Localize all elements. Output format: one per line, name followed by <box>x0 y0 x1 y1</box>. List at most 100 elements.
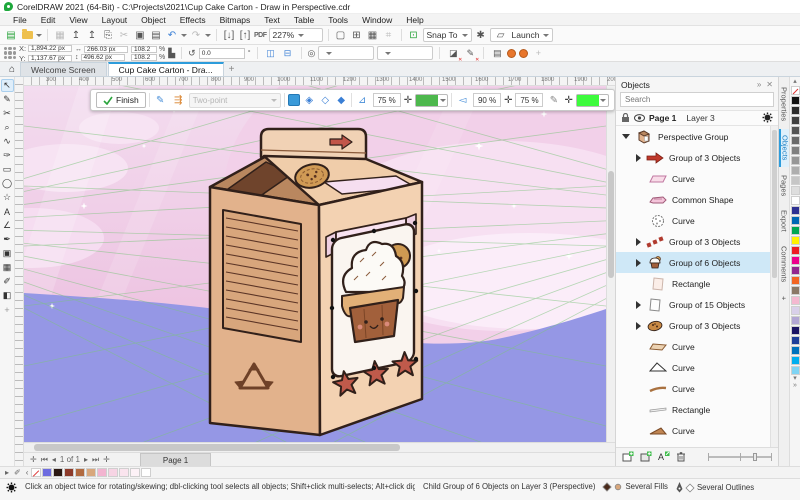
clear-perspective-icon[interactable]: ✎ <box>463 46 477 61</box>
tree-item-group-15[interactable]: Group of 15 Objects <box>616 294 778 315</box>
menu-effects[interactable]: Effects <box>173 15 213 25</box>
horizontal-ruler[interactable]: 3004005006007008009001000110012001300140… <box>24 77 615 86</box>
weld-icon[interactable] <box>507 49 516 58</box>
tree-item-curve-2[interactable]: Curve <box>616 210 778 231</box>
add-page-start-icon[interactable]: ✛ <box>30 455 37 464</box>
mirror-vertical-icon[interactable]: ⊟ <box>281 46 295 61</box>
clear-transform-icon[interactable]: ◪ <box>446 46 460 61</box>
page-tab[interactable]: Page 1 <box>140 453 211 466</box>
pick-tool[interactable]: ↖ <box>1 79 14 92</box>
print-icon[interactable]: ⎘ <box>101 28 115 43</box>
options-gear-icon[interactable]: ✱ <box>474 28 488 43</box>
show-rulers-icon[interactable]: ⊞ <box>350 28 364 43</box>
expander-icon[interactable] <box>622 134 630 139</box>
height-field[interactable]: 496.62 px <box>81 54 125 61</box>
tree-item-common-shape[interactable]: Common Shape <box>616 189 778 210</box>
snap-to-dropdown[interactable]: Snap To <box>423 28 472 42</box>
launch-dropdown[interactable]: ▱ Launch <box>490 28 554 42</box>
tree-item-rectangle-1[interactable]: Rectangle <box>616 273 778 294</box>
import-icon[interactable]: ↥ <box>69 28 83 43</box>
object-origin-grid-icon[interactable] <box>4 47 16 59</box>
menu-bitmaps[interactable]: Bitmaps <box>213 15 258 25</box>
color-swatch[interactable] <box>791 96 800 105</box>
color-swatch[interactable] <box>141 468 151 477</box>
add-control-icon[interactable]: + <box>531 46 545 61</box>
shape-tool[interactable]: ✎ <box>1 93 14 106</box>
x-position-field[interactable]: 1,894.22 px <box>28 45 72 52</box>
tree-item-curve-1[interactable]: Curve <box>616 168 778 189</box>
search-input[interactable] <box>621 95 773 104</box>
grid-opacity-field[interactable]: 75 % <box>373 93 401 107</box>
menu-table[interactable]: Table <box>287 15 321 25</box>
color-swatch[interactable] <box>791 346 800 355</box>
y-position-field[interactable]: 1,137.67 px <box>28 55 72 62</box>
add-page-end-icon[interactable]: ✛ <box>103 455 110 464</box>
color-swatch[interactable] <box>791 186 800 195</box>
freehand-tool[interactable]: ∿ <box>1 135 14 148</box>
zoom-tool[interactable]: ⌕ <box>1 121 14 134</box>
redo-icon[interactable]: ↷ <box>189 28 203 43</box>
objects-search[interactable] <box>620 92 774 106</box>
expander-icon[interactable] <box>636 259 641 267</box>
show-guidelines-icon[interactable]: ⌗ <box>382 28 396 43</box>
drop-shadow-tool[interactable]: ▣ <box>1 247 14 260</box>
new-master-layer-icon[interactable] <box>640 451 652 462</box>
color-swatch[interactable] <box>791 336 800 345</box>
palette-scroll-left-icon[interactable]: ‹ <box>24 468 31 477</box>
color-swatch[interactable] <box>791 316 800 325</box>
fullscreen-preview-icon[interactable]: ▢ <box>334 28 348 43</box>
drawing-canvas[interactable]: Finish ✎ ⇶ Two-point ◈ ◇ ◆ ⊿ <box>24 86 615 442</box>
line-color-icon[interactable]: ✎ <box>546 93 561 108</box>
vertical-scrollbar[interactable] <box>606 86 615 442</box>
color-swatch[interactable] <box>791 86 800 95</box>
expander-icon[interactable] <box>636 154 641 162</box>
tree-item-perspective-group[interactable]: Perspective Group <box>616 126 778 147</box>
open-dropdown-icon[interactable] <box>36 34 42 37</box>
cut-icon[interactable]: ✂ <box>117 28 131 43</box>
tree-item-curve-4[interactable]: Curve <box>616 357 778 378</box>
thumbnail-size-slider[interactable] <box>708 453 772 461</box>
scale-h-field[interactable]: 108.2 <box>131 46 157 53</box>
export-icon[interactable]: ↥ <box>85 28 99 43</box>
next-page-icon[interactable]: ▸ <box>84 455 88 464</box>
new-document-icon[interactable]: ▤ <box>4 28 18 43</box>
docker-collapse-icon[interactable]: » <box>757 80 761 89</box>
color-swatch[interactable] <box>108 468 118 477</box>
stepper-icon[interactable]: ✛ <box>404 95 412 106</box>
grid-color-swatch[interactable] <box>415 94 448 107</box>
menu-window[interactable]: Window <box>355 15 399 25</box>
color-swatch[interactable] <box>791 326 800 335</box>
layer-row[interactable]: Page 1 Layer 3 <box>616 110 778 126</box>
color-swatch[interactable] <box>791 126 800 135</box>
color-swatch[interactable] <box>791 196 800 205</box>
menu-object[interactable]: Object <box>134 15 173 25</box>
perspective-type-icon[interactable]: ⇶ <box>171 93 186 108</box>
menu-layout[interactable]: Layout <box>95 15 135 25</box>
undo-dropdown-icon[interactable] <box>181 34 187 37</box>
palette-scroll-up-icon[interactable]: ▴ <box>793 78 797 85</box>
menu-view[interactable]: View <box>62 15 94 25</box>
color-swatch[interactable] <box>791 256 800 265</box>
color-swatch[interactable] <box>42 468 52 477</box>
eye-icon[interactable] <box>634 114 645 122</box>
carton-illustration[interactable] <box>210 129 422 435</box>
interactive-fill-tool[interactable]: ◧ <box>1 289 14 302</box>
outline-width-dropdown[interactable] <box>318 46 374 60</box>
color-swatch[interactable] <box>119 468 129 477</box>
color-swatch[interactable] <box>791 286 800 295</box>
edit-layer-icon[interactable]: A <box>658 451 670 462</box>
layer-options-gear-icon[interactable] <box>762 112 773 123</box>
palette-expand-icon[interactable]: » <box>793 382 797 389</box>
home-icon[interactable]: ⌂ <box>4 62 20 76</box>
undo-icon[interactable]: ↶ <box>165 28 179 43</box>
polygon-tool[interactable]: ☆ <box>1 191 14 204</box>
zoom-level-select[interactable]: 227% <box>269 28 323 42</box>
expander-icon[interactable] <box>636 301 641 309</box>
docker-tab-objects[interactable]: Objects <box>779 129 790 166</box>
color-swatch[interactable] <box>791 156 800 165</box>
width-field[interactable]: 266.03 px <box>84 46 128 53</box>
grid-opacity-icon[interactable]: ⊿ <box>355 93 370 108</box>
lock-ratio-icon[interactable]: ▙ <box>168 48 175 59</box>
prev-page-icon[interactable]: ◂ <box>52 455 56 464</box>
pdf-icon[interactable]: PDF <box>254 32 267 39</box>
